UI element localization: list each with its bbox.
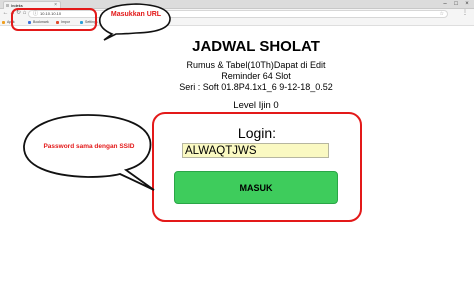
- password-callout-text: Password sama dengan SSID: [43, 143, 135, 150]
